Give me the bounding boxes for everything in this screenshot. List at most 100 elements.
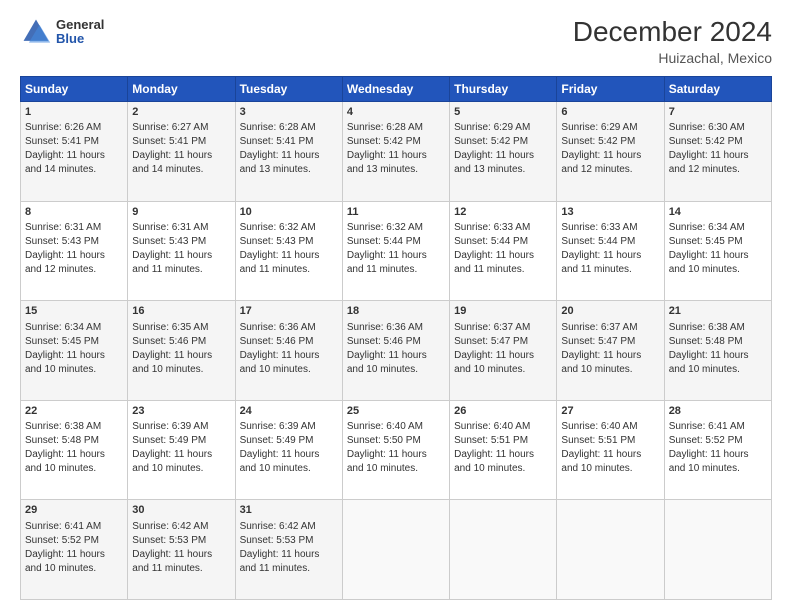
daylight-info: Daylight: 11 hours and 12 minutes.	[25, 250, 105, 275]
table-row: 4 Sunrise: 6:28 AM Sunset: 5:42 PM Dayli…	[342, 102, 449, 202]
daylight-info: Daylight: 11 hours and 10 minutes.	[561, 350, 641, 375]
day-number: 21	[669, 304, 767, 319]
day-number: 4	[347, 105, 445, 120]
col-tuesday: Tuesday	[235, 77, 342, 102]
table-row: 22 Sunrise: 6:38 AM Sunset: 5:48 PM Dayl…	[21, 400, 128, 500]
sunrise-info: Sunrise: 6:35 AM	[132, 322, 208, 333]
calendar-week-row: 8 Sunrise: 6:31 AM Sunset: 5:43 PM Dayli…	[21, 201, 772, 301]
sunrise-info: Sunrise: 6:34 AM	[25, 322, 101, 333]
sunset-info: Sunset: 5:53 PM	[240, 535, 314, 546]
sunset-info: Sunset: 5:41 PM	[240, 136, 314, 147]
daylight-info: Daylight: 11 hours and 10 minutes.	[669, 250, 749, 275]
table-row: 25 Sunrise: 6:40 AM Sunset: 5:50 PM Dayl…	[342, 400, 449, 500]
col-friday: Friday	[557, 77, 664, 102]
daylight-info: Daylight: 11 hours and 10 minutes.	[454, 449, 534, 474]
day-number: 22	[25, 404, 123, 419]
sunset-info: Sunset: 5:41 PM	[25, 136, 99, 147]
table-row: 19 Sunrise: 6:37 AM Sunset: 5:47 PM Dayl…	[450, 301, 557, 401]
day-number: 27	[561, 404, 659, 419]
sunset-info: Sunset: 5:49 PM	[132, 435, 206, 446]
table-row: 27 Sunrise: 6:40 AM Sunset: 5:51 PM Dayl…	[557, 400, 664, 500]
daylight-info: Daylight: 11 hours and 10 minutes.	[132, 449, 212, 474]
daylight-info: Daylight: 11 hours and 11 minutes.	[561, 250, 641, 275]
sunset-info: Sunset: 5:48 PM	[25, 435, 99, 446]
table-row: 1 Sunrise: 6:26 AM Sunset: 5:41 PM Dayli…	[21, 102, 128, 202]
col-wednesday: Wednesday	[342, 77, 449, 102]
sunrise-info: Sunrise: 6:37 AM	[561, 322, 637, 333]
calendar-week-row: 29 Sunrise: 6:41 AM Sunset: 5:52 PM Dayl…	[21, 500, 772, 600]
sunset-info: Sunset: 5:49 PM	[240, 435, 314, 446]
calendar-week-row: 15 Sunrise: 6:34 AM Sunset: 5:45 PM Dayl…	[21, 301, 772, 401]
day-number: 20	[561, 304, 659, 319]
day-number: 11	[347, 205, 445, 220]
sunset-info: Sunset: 5:47 PM	[454, 336, 528, 347]
table-row: 9 Sunrise: 6:31 AM Sunset: 5:43 PM Dayli…	[128, 201, 235, 301]
sunset-info: Sunset: 5:50 PM	[347, 435, 421, 446]
sunset-info: Sunset: 5:41 PM	[132, 136, 206, 147]
sunset-info: Sunset: 5:44 PM	[454, 236, 528, 247]
day-number: 10	[240, 205, 338, 220]
logo-icon	[20, 16, 52, 48]
sunset-info: Sunset: 5:43 PM	[132, 236, 206, 247]
daylight-info: Daylight: 11 hours and 11 minutes.	[347, 250, 427, 275]
day-number: 6	[561, 105, 659, 120]
table-row: 8 Sunrise: 6:31 AM Sunset: 5:43 PM Dayli…	[21, 201, 128, 301]
daylight-info: Daylight: 11 hours and 13 minutes.	[240, 150, 320, 175]
calendar-week-row: 1 Sunrise: 6:26 AM Sunset: 5:41 PM Dayli…	[21, 102, 772, 202]
sunset-info: Sunset: 5:53 PM	[132, 535, 206, 546]
daylight-info: Daylight: 11 hours and 11 minutes.	[132, 250, 212, 275]
table-row: 3 Sunrise: 6:28 AM Sunset: 5:41 PM Dayli…	[235, 102, 342, 202]
day-number: 2	[132, 105, 230, 120]
table-row: 13 Sunrise: 6:33 AM Sunset: 5:44 PM Dayl…	[557, 201, 664, 301]
table-row: 11 Sunrise: 6:32 AM Sunset: 5:44 PM Dayl…	[342, 201, 449, 301]
header: General Blue December 2024 Huizachal, Me…	[20, 16, 772, 66]
table-row: 14 Sunrise: 6:34 AM Sunset: 5:45 PM Dayl…	[664, 201, 771, 301]
sunset-info: Sunset: 5:42 PM	[454, 136, 528, 147]
page: General Blue December 2024 Huizachal, Me…	[0, 0, 792, 612]
table-row	[664, 500, 771, 600]
logo-general: General	[56, 18, 104, 32]
col-sunday: Sunday	[21, 77, 128, 102]
table-row: 30 Sunrise: 6:42 AM Sunset: 5:53 PM Dayl…	[128, 500, 235, 600]
calendar-table: Sunday Monday Tuesday Wednesday Thursday…	[20, 76, 772, 600]
daylight-info: Daylight: 11 hours and 10 minutes.	[561, 449, 641, 474]
col-saturday: Saturday	[664, 77, 771, 102]
table-row: 23 Sunrise: 6:39 AM Sunset: 5:49 PM Dayl…	[128, 400, 235, 500]
sunset-info: Sunset: 5:44 PM	[561, 236, 635, 247]
table-row: 18 Sunrise: 6:36 AM Sunset: 5:46 PM Dayl…	[342, 301, 449, 401]
table-row: 28 Sunrise: 6:41 AM Sunset: 5:52 PM Dayl…	[664, 400, 771, 500]
table-row: 2 Sunrise: 6:27 AM Sunset: 5:41 PM Dayli…	[128, 102, 235, 202]
day-number: 26	[454, 404, 552, 419]
daylight-info: Daylight: 11 hours and 14 minutes.	[132, 150, 212, 175]
sunrise-info: Sunrise: 6:42 AM	[132, 521, 208, 532]
sunrise-info: Sunrise: 6:40 AM	[561, 421, 637, 432]
day-number: 12	[454, 205, 552, 220]
col-thursday: Thursday	[450, 77, 557, 102]
sunrise-info: Sunrise: 6:31 AM	[25, 222, 101, 233]
daylight-info: Daylight: 11 hours and 10 minutes.	[132, 350, 212, 375]
sunrise-info: Sunrise: 6:30 AM	[669, 122, 745, 133]
sunset-info: Sunset: 5:46 PM	[347, 336, 421, 347]
daylight-info: Daylight: 11 hours and 10 minutes.	[25, 449, 105, 474]
calendar-week-row: 22 Sunrise: 6:38 AM Sunset: 5:48 PM Dayl…	[21, 400, 772, 500]
logo-blue: Blue	[56, 32, 104, 46]
table-row	[342, 500, 449, 600]
sunrise-info: Sunrise: 6:33 AM	[454, 222, 530, 233]
sunrise-info: Sunrise: 6:40 AM	[347, 421, 423, 432]
daylight-info: Daylight: 11 hours and 10 minutes.	[347, 449, 427, 474]
day-number: 14	[669, 205, 767, 220]
sunrise-info: Sunrise: 6:28 AM	[347, 122, 423, 133]
sunrise-info: Sunrise: 6:28 AM	[240, 122, 316, 133]
table-row: 5 Sunrise: 6:29 AM Sunset: 5:42 PM Dayli…	[450, 102, 557, 202]
day-number: 8	[25, 205, 123, 220]
sunrise-info: Sunrise: 6:40 AM	[454, 421, 530, 432]
daylight-info: Daylight: 11 hours and 12 minutes.	[669, 150, 749, 175]
table-row: 16 Sunrise: 6:35 AM Sunset: 5:46 PM Dayl…	[128, 301, 235, 401]
sunrise-info: Sunrise: 6:39 AM	[240, 421, 316, 432]
sunrise-info: Sunrise: 6:37 AM	[454, 322, 530, 333]
sunrise-info: Sunrise: 6:36 AM	[347, 322, 423, 333]
sunset-info: Sunset: 5:42 PM	[561, 136, 635, 147]
daylight-info: Daylight: 11 hours and 11 minutes.	[132, 549, 212, 574]
sunset-info: Sunset: 5:44 PM	[347, 236, 421, 247]
daylight-info: Daylight: 11 hours and 13 minutes.	[347, 150, 427, 175]
